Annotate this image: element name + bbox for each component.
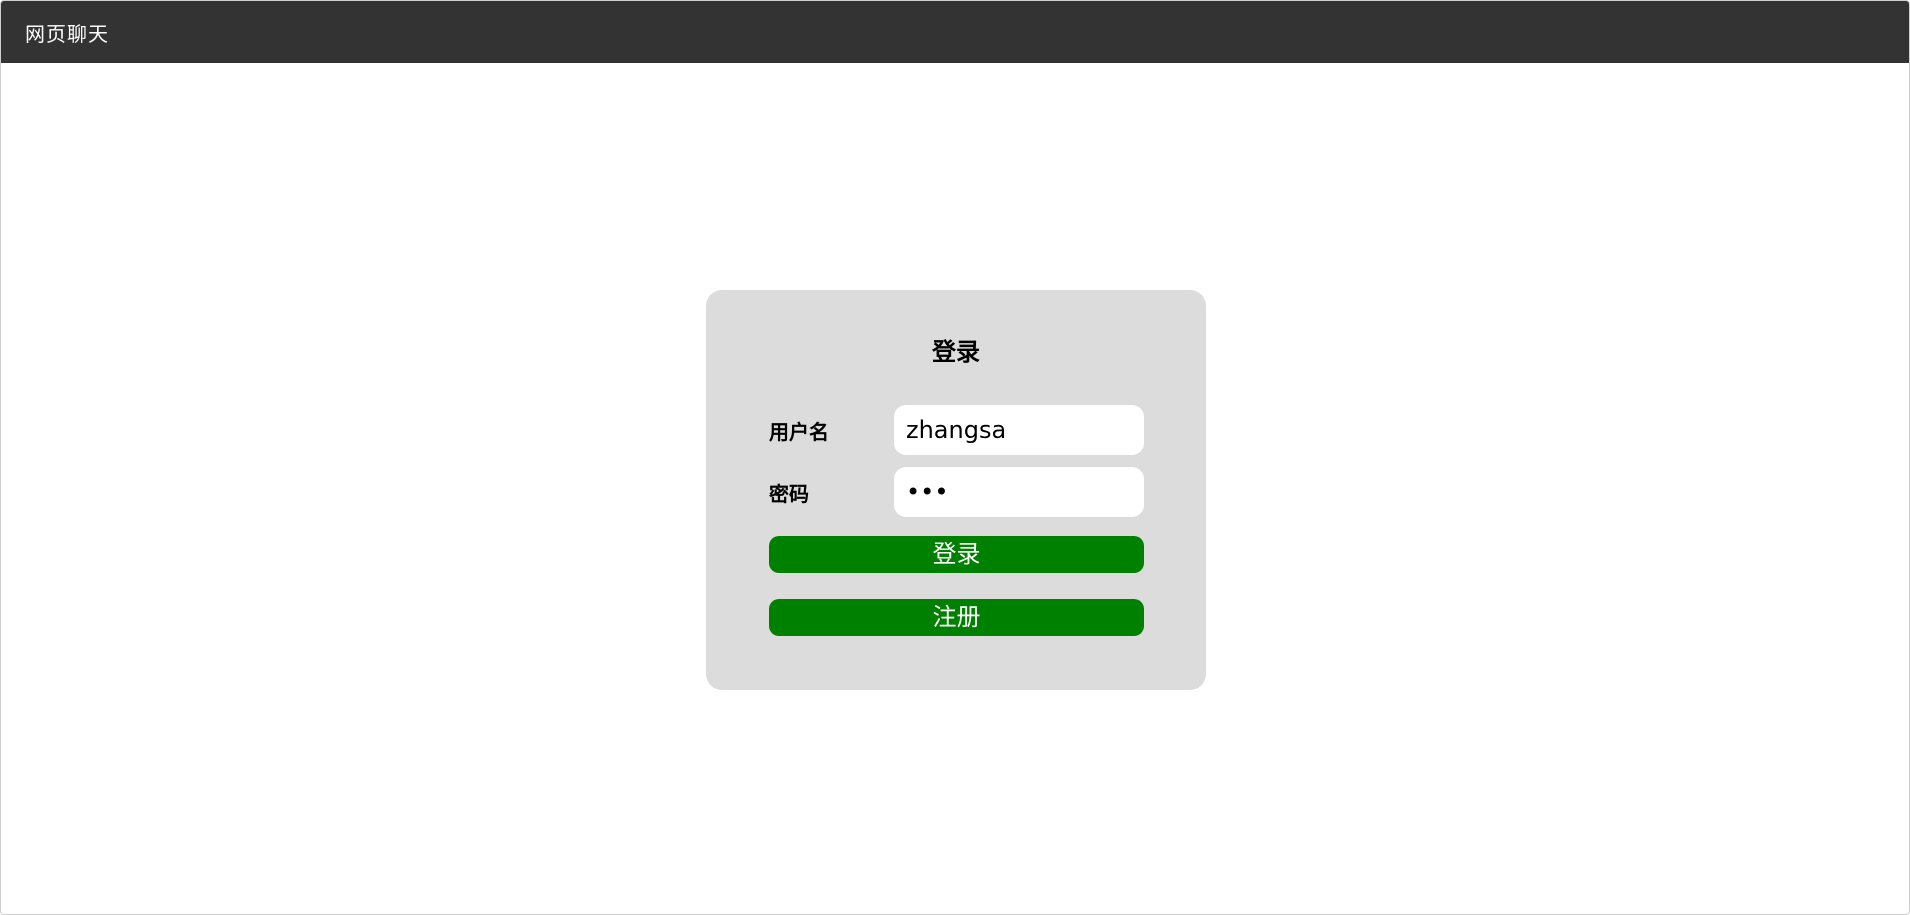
browser-frame: 网页聊天 登录 用户名 密码 登录 注册 <box>0 0 1910 915</box>
login-card: 登录 用户名 密码 登录 注册 <box>706 290 1206 690</box>
password-row: 密码 <box>769 467 1144 517</box>
login-title: 登录 <box>932 338 980 366</box>
password-label: 密码 <box>769 481 809 506</box>
login-button[interactable]: 登录 <box>769 536 1144 573</box>
username-label: 用户名 <box>769 419 829 444</box>
register-button[interactable]: 注册 <box>769 599 1144 636</box>
top-navbar: 网页聊天 <box>1 1 1909 63</box>
password-input[interactable] <box>894 467 1144 517</box>
username-input[interactable] <box>894 405 1144 455</box>
username-row: 用户名 <box>769 405 1144 455</box>
app-title: 网页聊天 <box>25 21 109 46</box>
